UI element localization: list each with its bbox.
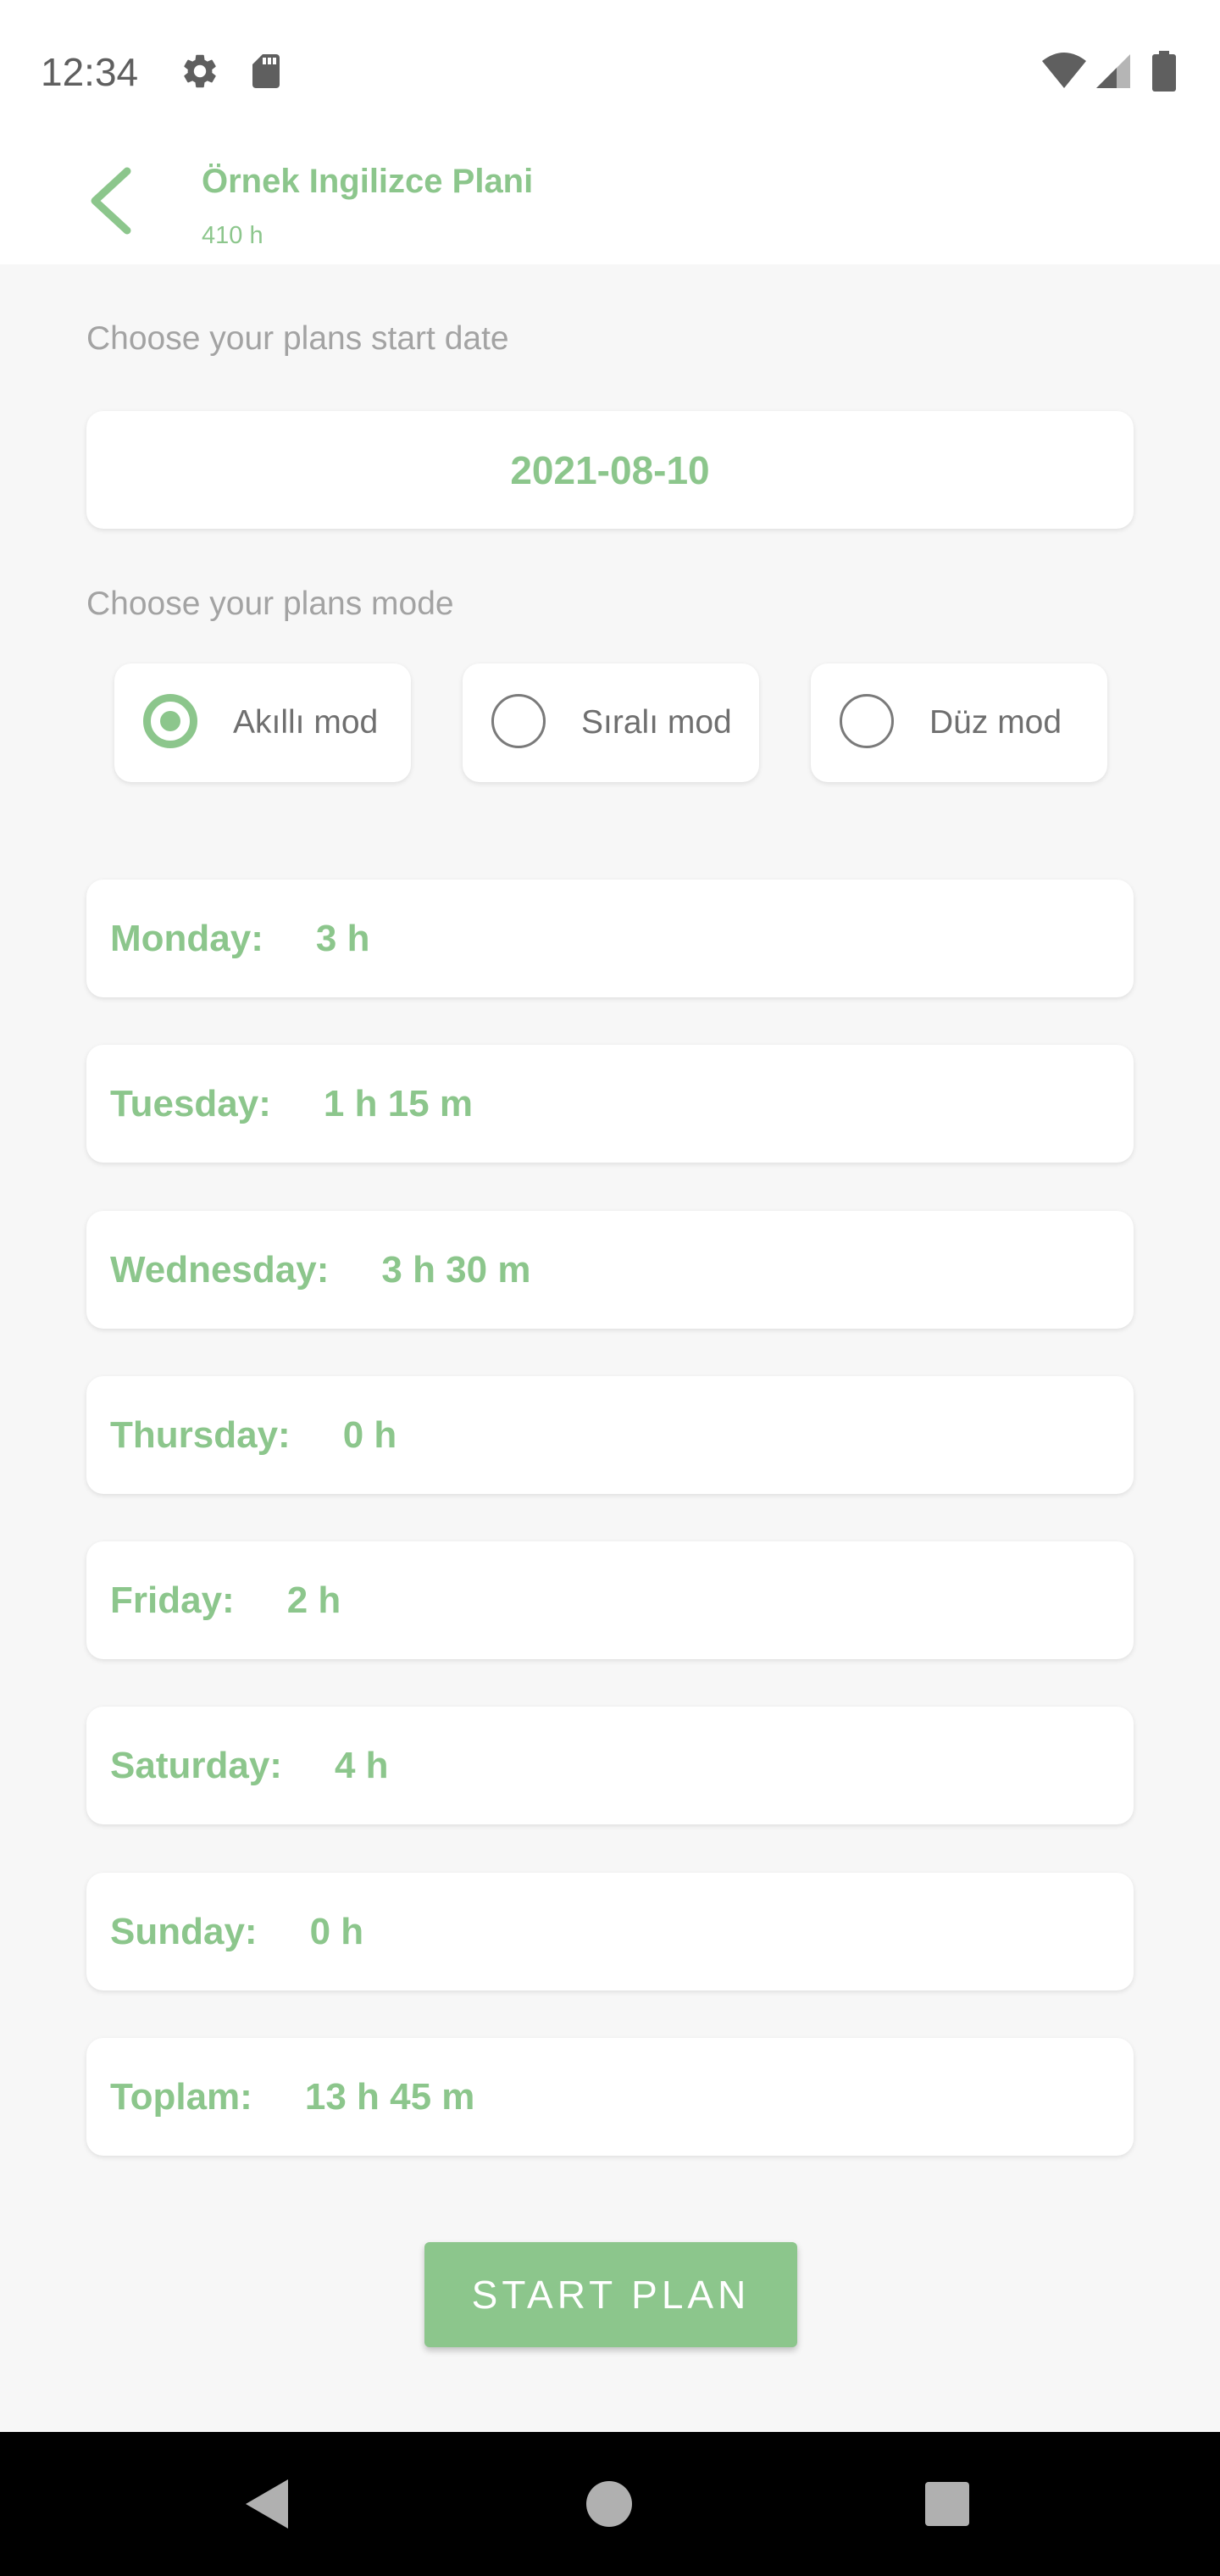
day-name: Thursday:	[110, 1413, 291, 1456]
sd-card-icon	[246, 51, 286, 96]
mode-option-label: Düz mod	[929, 704, 1062, 741]
day-name: Friday:	[110, 1579, 235, 1621]
day-hours: 4 h	[334, 1744, 389, 1786]
day-name: Sunday:	[110, 1910, 258, 1952]
day-hours: 3 h 30 m	[381, 1248, 531, 1291]
nav-back-button[interactable]	[230, 2466, 307, 2542]
battery-icon	[1151, 51, 1178, 96]
signal-icon	[1093, 51, 1134, 96]
mode-option-label: Akıllı mod	[233, 704, 379, 741]
page-title: Örnek Ingilizce Plani	[202, 163, 534, 200]
day-hours: 1 h 15 m	[323, 1082, 473, 1124]
day-hours: 0 h	[309, 1910, 364, 1952]
back-arrow-icon	[91, 167, 131, 235]
mode-option-smart[interactable]: Akıllı mod	[114, 663, 411, 782]
start-date-value: 2021-08-10	[510, 447, 710, 492]
mode-option-sequential[interactable]: Sıralı mod	[463, 663, 759, 782]
nav-home-button[interactable]	[571, 2466, 647, 2542]
total-hours: 13 h 45 m	[304, 2075, 475, 2118]
radio-button[interactable]	[491, 694, 546, 748]
schedule-row-wednesday[interactable]: Wednesday: 3 h 30 m	[86, 1211, 1134, 1329]
nav-recents-button[interactable]	[909, 2466, 985, 2542]
schedule-row-tuesday[interactable]: Tuesday: 1 h 15 m	[86, 1045, 1134, 1163]
schedule-row-monday[interactable]: Monday: 3 h	[86, 880, 1134, 997]
day-name: Monday:	[110, 917, 263, 959]
start-plan-button[interactable]: START PLAN	[424, 2242, 797, 2347]
day-hours: 0 h	[342, 1413, 397, 1456]
mode-option-label: Sıralı mod	[581, 704, 732, 741]
schedule-row-thursday[interactable]: Thursday: 0 h	[86, 1376, 1134, 1494]
total-label: Toplam:	[110, 2075, 252, 2118]
mode-label: Choose your plans mode	[86, 586, 454, 622]
start-date-label: Choose your plans start date	[86, 320, 509, 357]
day-name: Wednesday:	[110, 1248, 330, 1291]
schedule-row-sunday[interactable]: Sunday: 0 h	[86, 1873, 1134, 1990]
mode-option-flat[interactable]: Düz mod	[811, 663, 1107, 782]
navigation-bar	[0, 2432, 1220, 2576]
wifi-icon	[1040, 51, 1088, 96]
status-bar: 12:34	[0, 0, 1220, 144]
radio-button[interactable]	[840, 694, 894, 748]
gear-icon	[180, 51, 220, 96]
square-recents-icon	[925, 2482, 969, 2526]
schedule-row-saturday[interactable]: Saturday: 4 h	[86, 1707, 1134, 1824]
back-button[interactable]	[75, 163, 151, 239]
status-time: 12:34	[41, 50, 139, 94]
schedule-row-friday[interactable]: Friday: 2 h	[86, 1541, 1134, 1659]
day-name: Saturday:	[110, 1744, 282, 1786]
page-subtitle: 410 h	[202, 222, 263, 249]
day-hours: 2 h	[286, 1579, 341, 1621]
circle-home-icon	[586, 2481, 632, 2527]
app-bar: Örnek Ingilizce Plani 410 h	[0, 144, 1220, 264]
schedule-row-total: Toplam: 13 h 45 m	[86, 2038, 1134, 2156]
radio-button-selected[interactable]	[143, 694, 197, 748]
day-name: Tuesday:	[110, 1082, 271, 1124]
start-date-picker[interactable]: 2021-08-10	[86, 411, 1134, 529]
day-hours: 3 h	[315, 917, 370, 959]
triangle-back-icon	[246, 2479, 288, 2529]
